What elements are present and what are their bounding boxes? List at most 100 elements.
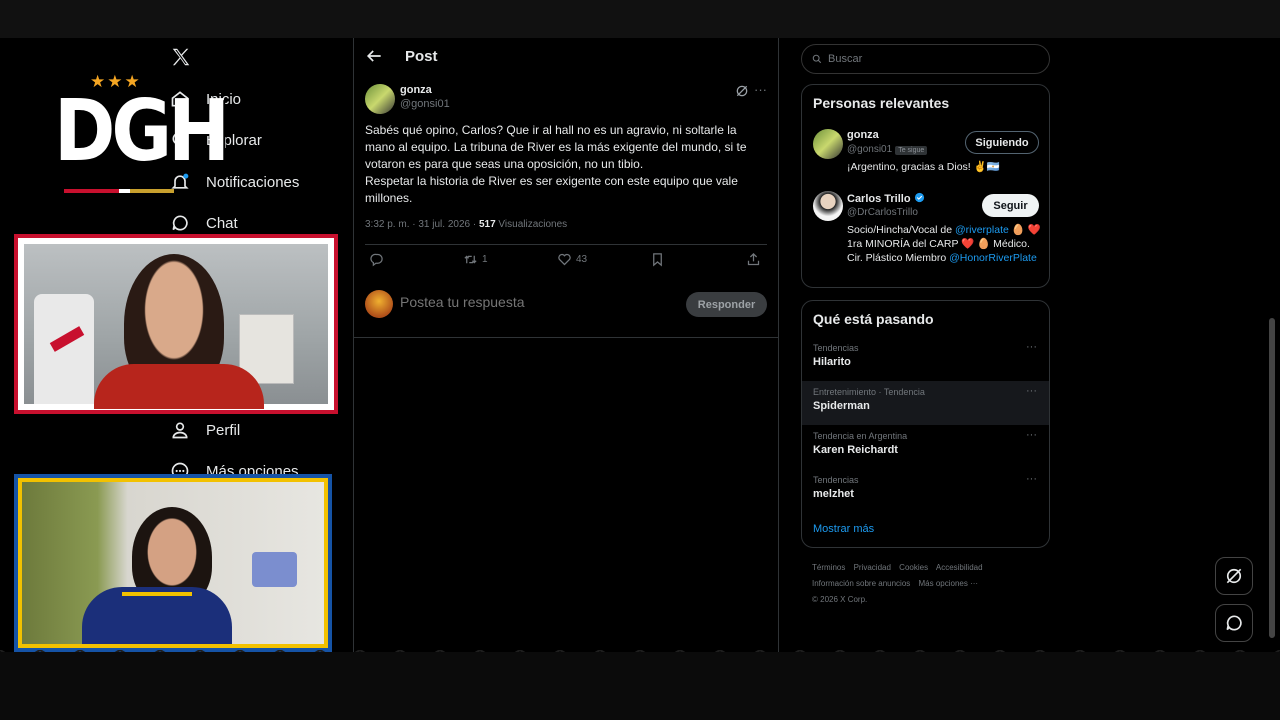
trend-more-icon[interactable]: ···: [1026, 385, 1037, 397]
footer-link[interactable]: Privacidad: [854, 563, 891, 572]
avatar[interactable]: [813, 191, 843, 221]
bookmark-icon: [653, 253, 662, 267]
view-count: 517: [478, 219, 496, 230]
person-icon: [172, 422, 188, 439]
back-arrow-icon[interactable]: [364, 46, 384, 66]
heart-icon: [558, 253, 571, 266]
search-placeholder: Buscar: [828, 53, 863, 65]
divider: [365, 244, 767, 245]
webcam-bottom-feed: [22, 482, 324, 644]
post-column: Post gonza @gonsi01 ··· Sabés qué opino,…: [353, 38, 779, 652]
person-handle[interactable]: @DrCarlosTrillo: [847, 207, 918, 218]
footer-link[interactable]: Términos: [812, 563, 845, 572]
copyright: © 2026 X Corp.: [812, 595, 868, 604]
webcam-top: [14, 234, 338, 414]
scrollbar[interactable]: [1268, 38, 1276, 652]
trend-item[interactable]: Tendencias melzhet ···: [802, 469, 1049, 513]
person-name-text: Carlos Trillo: [847, 193, 911, 205]
trend-name: melzhet: [813, 488, 854, 500]
post-text-line: mano al equipo. La tribuna de River es l…: [365, 140, 747, 154]
x-logo-icon[interactable]: [170, 46, 192, 68]
footer-link[interactable]: Cookies: [899, 563, 928, 572]
like-action[interactable]: 43: [557, 252, 587, 267]
stream-bottom-bar: [0, 652, 1280, 720]
reply-composer: Responder: [354, 286, 778, 338]
webcam-top-feed: [24, 244, 328, 409]
avatar[interactable]: [813, 129, 843, 159]
logo-stripe: [64, 189, 174, 193]
repost-icon: [464, 255, 477, 264]
chat-icon: [1226, 615, 1242, 631]
show-more-link[interactable]: Mostrar más: [813, 523, 874, 535]
streamer-shirt: [94, 364, 264, 409]
webcam-bottom: [14, 474, 332, 652]
follow-button[interactable]: Seguir: [982, 194, 1039, 217]
more-options-icon[interactable]: ···: [754, 82, 767, 97]
post-timestamp[interactable]: 3:32 p. m. · 31 jul. 2026 ·: [365, 219, 479, 230]
nav-item-perfil[interactable]: Perfil: [170, 415, 240, 445]
like-count: 43: [576, 254, 588, 265]
post-text-line: Sabés qué opino, Carlos? Que ir al hall …: [365, 123, 737, 137]
person-bio: ¡Argentino, gracias a Dios! ✌️🇦🇷: [847, 161, 1000, 173]
author-name[interactable]: gonza: [400, 84, 432, 96]
trend-more-icon[interactable]: ···: [1026, 341, 1037, 353]
trend-category: Tendencias: [813, 475, 859, 485]
trend-more-icon[interactable]: ···: [1026, 473, 1037, 485]
relevant-people-panel: Personas relevantes gonza @gonsi01 Te sig…: [801, 84, 1050, 288]
grok-button[interactable]: [1215, 557, 1253, 595]
person-name[interactable]: Carlos Trillo: [847, 192, 925, 205]
trend-name: Spiderman: [813, 400, 870, 412]
reply-action[interactable]: [369, 252, 384, 267]
person-handle[interactable]: @gonsi01 Te sigue: [847, 144, 928, 155]
author-handle[interactable]: @gonsi01: [400, 98, 450, 110]
search-input[interactable]: Buscar: [801, 44, 1050, 74]
pillow-shape: [252, 552, 297, 587]
bio-mention-link[interactable]: @riverplate: [955, 224, 1009, 236]
follows-you-badge: Te sigue: [895, 146, 928, 155]
trend-item[interactable]: Tendencias Hilarito ···: [802, 337, 1049, 381]
page-title: Post: [405, 48, 438, 65]
relevant-people-title: Personas relevantes: [813, 95, 950, 111]
repost-count: 1: [482, 254, 488, 265]
share-action[interactable]: [746, 252, 761, 267]
nav-label-perfil: Perfil: [206, 421, 241, 439]
reply-button[interactable]: Responder: [686, 292, 767, 317]
trend-more-icon[interactable]: ···: [1026, 429, 1037, 441]
trend-category: Tendencia en Argentina: [813, 431, 908, 441]
reply-input[interactable]: [400, 294, 670, 310]
trend-name: Karen Reichardt: [813, 444, 898, 456]
trend-item[interactable]: Entretenimiento · Tendencia Spiderman ··…: [802, 381, 1049, 425]
shirt-stripe: [122, 592, 192, 596]
reply-icon: [370, 253, 383, 267]
footer-link[interactable]: Accesibilidad: [936, 563, 983, 572]
logo-text: DGH: [54, 81, 230, 181]
trend-category: Entretenimiento · Tendencia: [813, 387, 925, 397]
repost-action[interactable]: 1: [463, 252, 488, 267]
trend-item[interactable]: Tendencia en Argentina Karen Reichardt ·…: [802, 425, 1049, 469]
post-text-line: millones.: [365, 191, 413, 205]
author-avatar[interactable]: [365, 84, 395, 114]
footer-link[interactable]: Información sobre anuncios: [812, 579, 910, 588]
post-meta: 3:32 p. m. · 31 jul. 2026 · 517 Visualiz…: [365, 219, 567, 230]
search-icon: [812, 54, 822, 64]
user-avatar[interactable]: [365, 290, 393, 318]
stream-top-bar: [0, 0, 1280, 38]
stream-logo: ★★★ DGH: [50, 70, 230, 200]
footer-links: Términos Privacidad Cookies Accesibilida…: [812, 560, 1042, 608]
person-name[interactable]: gonza: [847, 129, 879, 141]
footer-link[interactable]: Más opciones ···: [919, 579, 979, 588]
person-bio: Socio/Hincha/Vocal de @riverplate 🥚 ❤️ 1…: [847, 223, 1045, 265]
person-handle-text: @gonsi01: [847, 144, 893, 155]
post-text-line: votaron es para que seas una oposición, …: [365, 157, 644, 171]
post-text: Sabés qué opino, Carlos? Que ir al hall …: [365, 122, 765, 207]
grok-icon[interactable]: [735, 84, 749, 98]
scrollbar-thumb[interactable]: [1269, 318, 1275, 638]
chat-icon: [172, 215, 188, 231]
bio-mention-link[interactable]: @HonorRiverPlate: [949, 252, 1037, 264]
trends-panel: Qué está pasando Tendencias Hilarito ···…: [801, 300, 1050, 548]
following-button[interactable]: Siguiendo: [965, 131, 1039, 154]
messages-button[interactable]: [1215, 604, 1253, 642]
bookmark-action[interactable]: [650, 252, 665, 267]
trend-category: Tendencias: [813, 343, 859, 353]
views-label: Visualizaciones: [495, 219, 568, 230]
